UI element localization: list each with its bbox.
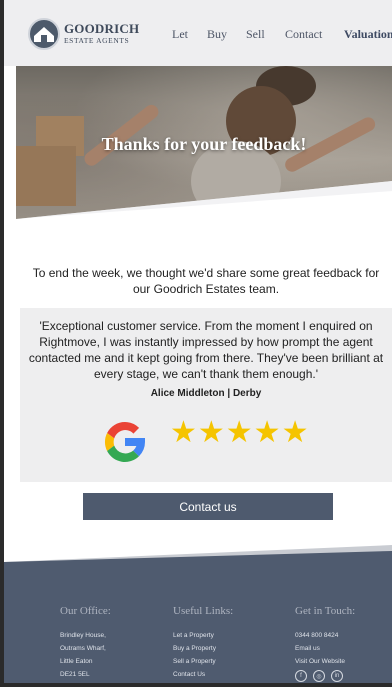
testimonial-author: Alice Middleton | Derby <box>150 388 262 399</box>
facebook-icon[interactable]: f <box>295 670 307 682</box>
intro-text: To end the week, we thought we'd share s… <box>32 266 380 296</box>
office-line: Outrams Wharf, <box>60 645 106 652</box>
footer-website-link[interactable]: Visit Our Website <box>295 658 345 666</box>
instagram-icon[interactable]: ◎ <box>313 670 325 682</box>
brand-name: GOODRICH <box>64 21 140 36</box>
nav-valuation[interactable]: Valuation <box>344 27 392 42</box>
brand-logo[interactable]: GOODRICH ESTATE AGENTS <box>64 22 139 45</box>
footer-office-title: Our Office: <box>60 605 111 617</box>
footer-link-let[interactable]: Let a Property <box>173 632 214 640</box>
nav-sell[interactable]: Sell <box>246 27 265 42</box>
footer-phone[interactable]: 0344 800 8424 <box>295 632 338 640</box>
google-icon <box>100 417 150 467</box>
nav-let[interactable]: Let <box>172 27 188 42</box>
brand-tagline: ESTATE AGENTS <box>64 36 130 45</box>
testimonial-quote: 'Exceptional customer service. From the … <box>28 319 384 381</box>
five-star-rating: ★★★★★ <box>170 415 310 450</box>
footer-contact-title: Get in Touch: <box>295 605 356 617</box>
footer-link-sell[interactable]: Sell a Property <box>173 658 216 666</box>
window-frame-bottom <box>0 683 392 687</box>
footer-link-contact[interactable]: Contact Us <box>173 671 205 679</box>
footer-links-title: Useful Links: <box>173 605 234 617</box>
contact-us-button[interactable]: Contact us <box>83 493 333 520</box>
nav-contact[interactable]: Contact <box>285 27 322 42</box>
hero-title: Thanks for your feedback! <box>101 134 307 154</box>
nav-buy[interactable]: Buy <box>207 27 227 42</box>
site-header: GOODRICH ESTATE AGENTS Let Buy Sell Cont… <box>4 0 392 66</box>
linkedin-icon[interactable]: in <box>331 670 343 682</box>
footer-email-link[interactable]: Email us <box>295 645 320 653</box>
footer-link-buy[interactable]: Buy a Property <box>173 645 216 653</box>
house-logo-icon[interactable] <box>28 18 60 50</box>
office-line: DE21 5EL <box>60 671 90 678</box>
office-line: Brindley House, <box>60 632 106 639</box>
office-line: Little Eaton <box>60 658 93 665</box>
